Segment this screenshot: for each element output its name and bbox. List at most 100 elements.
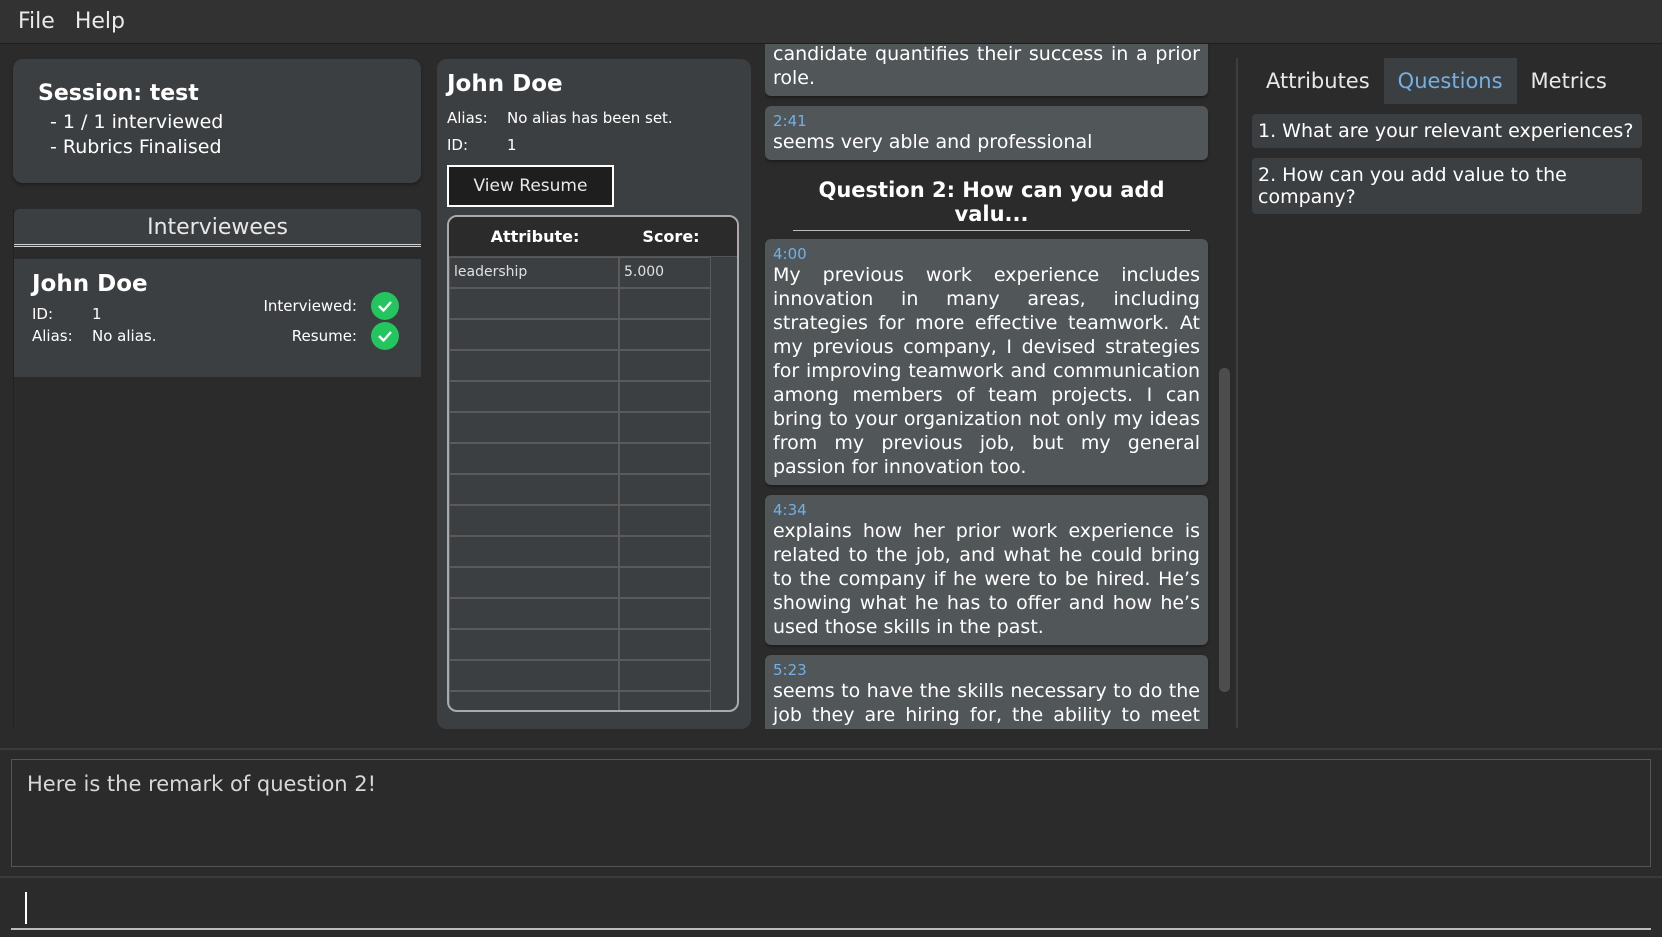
score-column-header[interactable]: Score: xyxy=(621,227,721,246)
table-row xyxy=(449,598,737,629)
note-time: 2:41 xyxy=(773,112,807,130)
question-item[interactable]: 1. What are your relevant experiences? xyxy=(1252,114,1642,148)
attribute-cell xyxy=(449,381,619,412)
score-table: Attribute: Score: leadership 5.000 xyxy=(447,215,739,712)
detail-alias-label: Alias: xyxy=(447,109,488,127)
attribute-cell xyxy=(449,412,619,443)
score-cell xyxy=(619,412,711,443)
interviewee-alias: No alias. xyxy=(92,327,157,345)
attribute-cell xyxy=(449,629,619,660)
score-table-header: Attribute: Score: xyxy=(449,217,737,257)
detail-name: John Doe xyxy=(447,71,563,97)
table-row xyxy=(449,691,737,710)
detail-id-row: ID: 1 xyxy=(447,132,741,159)
interviewee-detail-panel: John Doe Alias: No alias has been set. I… xyxy=(437,59,751,729)
transcript-panel: candidate quantifies their success in a … xyxy=(765,44,1215,729)
attribute-cell xyxy=(449,691,619,710)
attribute-cell xyxy=(449,350,619,381)
empty-rows xyxy=(449,288,737,710)
interviewee-status: Interviewed: Resume: xyxy=(263,291,399,351)
note-time: 5:23 xyxy=(773,661,807,679)
interviewed-label: Interviewed: xyxy=(263,297,357,315)
check-icon xyxy=(371,322,399,350)
score-cell xyxy=(619,319,711,350)
transcript-scrollbar[interactable] xyxy=(1219,368,1230,692)
table-row xyxy=(449,319,737,350)
table-row xyxy=(449,412,737,443)
table-row xyxy=(449,443,737,474)
panel-divider[interactable] xyxy=(1236,58,1238,728)
attribute-column-header[interactable]: Attribute: xyxy=(449,227,621,246)
transcript-note[interactable]: 2:41 seems very able and professional xyxy=(765,106,1208,160)
attribute-cell xyxy=(449,474,619,505)
interviewed-status-row: Interviewed: xyxy=(263,291,399,321)
interviewee-id-label: ID: xyxy=(32,305,54,323)
menu-bar: File Help xyxy=(0,0,1662,44)
session-interviewed-count: - 1 / 1 interviewed xyxy=(50,111,224,133)
transcript-note[interactable]: candidate quantifies their success in a … xyxy=(765,44,1208,96)
attribute-cell xyxy=(449,660,619,691)
score-cell xyxy=(619,288,711,319)
resume-status-row: Resume: xyxy=(263,321,399,351)
score-cell xyxy=(619,350,711,381)
command-input[interactable] xyxy=(11,886,1651,930)
table-row[interactable]: leadership 5.000 xyxy=(449,257,737,288)
table-row xyxy=(449,567,737,598)
session-card: Session: test - 1 / 1 interviewed - Rubr… xyxy=(13,59,421,183)
remark-area: Here is the remark of question 2! xyxy=(0,748,1662,876)
score-cell xyxy=(619,474,711,505)
menu-file[interactable]: File xyxy=(10,9,63,34)
text-caret xyxy=(25,892,27,924)
interviewees-header: Interviewees xyxy=(14,209,421,247)
score-cell xyxy=(619,567,711,598)
note-time: 4:00 xyxy=(773,245,807,263)
attribute-cell xyxy=(449,536,619,567)
score-cell: 5.000 xyxy=(619,257,711,288)
question-item[interactable]: 2. How can you add value to the company? xyxy=(1252,158,1642,214)
interviewee-alias-label: Alias: xyxy=(32,327,73,345)
view-resume-button[interactable]: View Resume xyxy=(447,165,614,207)
command-box xyxy=(0,876,1662,937)
note-time: 4:34 xyxy=(773,501,807,519)
score-cell xyxy=(619,381,711,412)
tab-metrics[interactable]: Metrics xyxy=(1516,58,1621,104)
table-row xyxy=(449,350,737,381)
note-text: seems to have the skills necessary to do… xyxy=(773,680,1200,729)
detail-id-label: ID: xyxy=(447,136,469,154)
right-tabs: Attributes Questions Metrics xyxy=(1252,58,1621,104)
score-cell xyxy=(619,505,711,536)
session-title: Session: test xyxy=(38,81,199,106)
attribute-cell: leadership xyxy=(449,257,619,288)
session-rubrics-status: - Rubrics Finalised xyxy=(50,136,222,158)
table-row xyxy=(449,381,737,412)
interviewee-id: 1 xyxy=(92,305,102,323)
table-row xyxy=(449,505,737,536)
table-row xyxy=(449,288,737,319)
note-text: explains how her prior work experience i… xyxy=(773,520,1200,638)
menu-help[interactable]: Help xyxy=(67,9,133,34)
attribute-cell xyxy=(449,598,619,629)
table-row xyxy=(449,536,737,567)
question-heading: Question 2: How can you add valu... xyxy=(793,170,1190,231)
transcript-note[interactable]: 4:34 explains how her prior work experie… xyxy=(765,495,1208,645)
attribute-cell xyxy=(449,288,619,319)
tab-attributes[interactable]: Attributes xyxy=(1252,58,1384,104)
detail-alias: No alias has been set. xyxy=(507,109,673,127)
attribute-cell xyxy=(449,505,619,536)
score-cell xyxy=(619,691,711,710)
interviewees-panel: Interviewees John Doe ID: 1 Alias: No al… xyxy=(13,209,421,729)
transcript-note[interactable]: 4:00 My previous work experience include… xyxy=(765,239,1208,485)
interviewee-card[interactable]: John Doe ID: 1 Alias: No alias. Intervie… xyxy=(14,259,421,377)
question-list: 1. What are your relevant experiences? 2… xyxy=(1252,114,1642,224)
table-row xyxy=(449,474,737,505)
tab-questions[interactable]: Questions xyxy=(1383,58,1517,104)
attribute-cell xyxy=(449,567,619,598)
score-cell xyxy=(619,660,711,691)
transcript-note[interactable]: 5:23 seems to have the skills necessary … xyxy=(765,655,1208,729)
attribute-cell xyxy=(449,319,619,350)
remark-display: Here is the remark of question 2! xyxy=(11,759,1651,867)
score-cell xyxy=(619,536,711,567)
check-icon xyxy=(371,292,399,320)
table-row xyxy=(449,629,737,660)
table-row xyxy=(449,660,737,691)
